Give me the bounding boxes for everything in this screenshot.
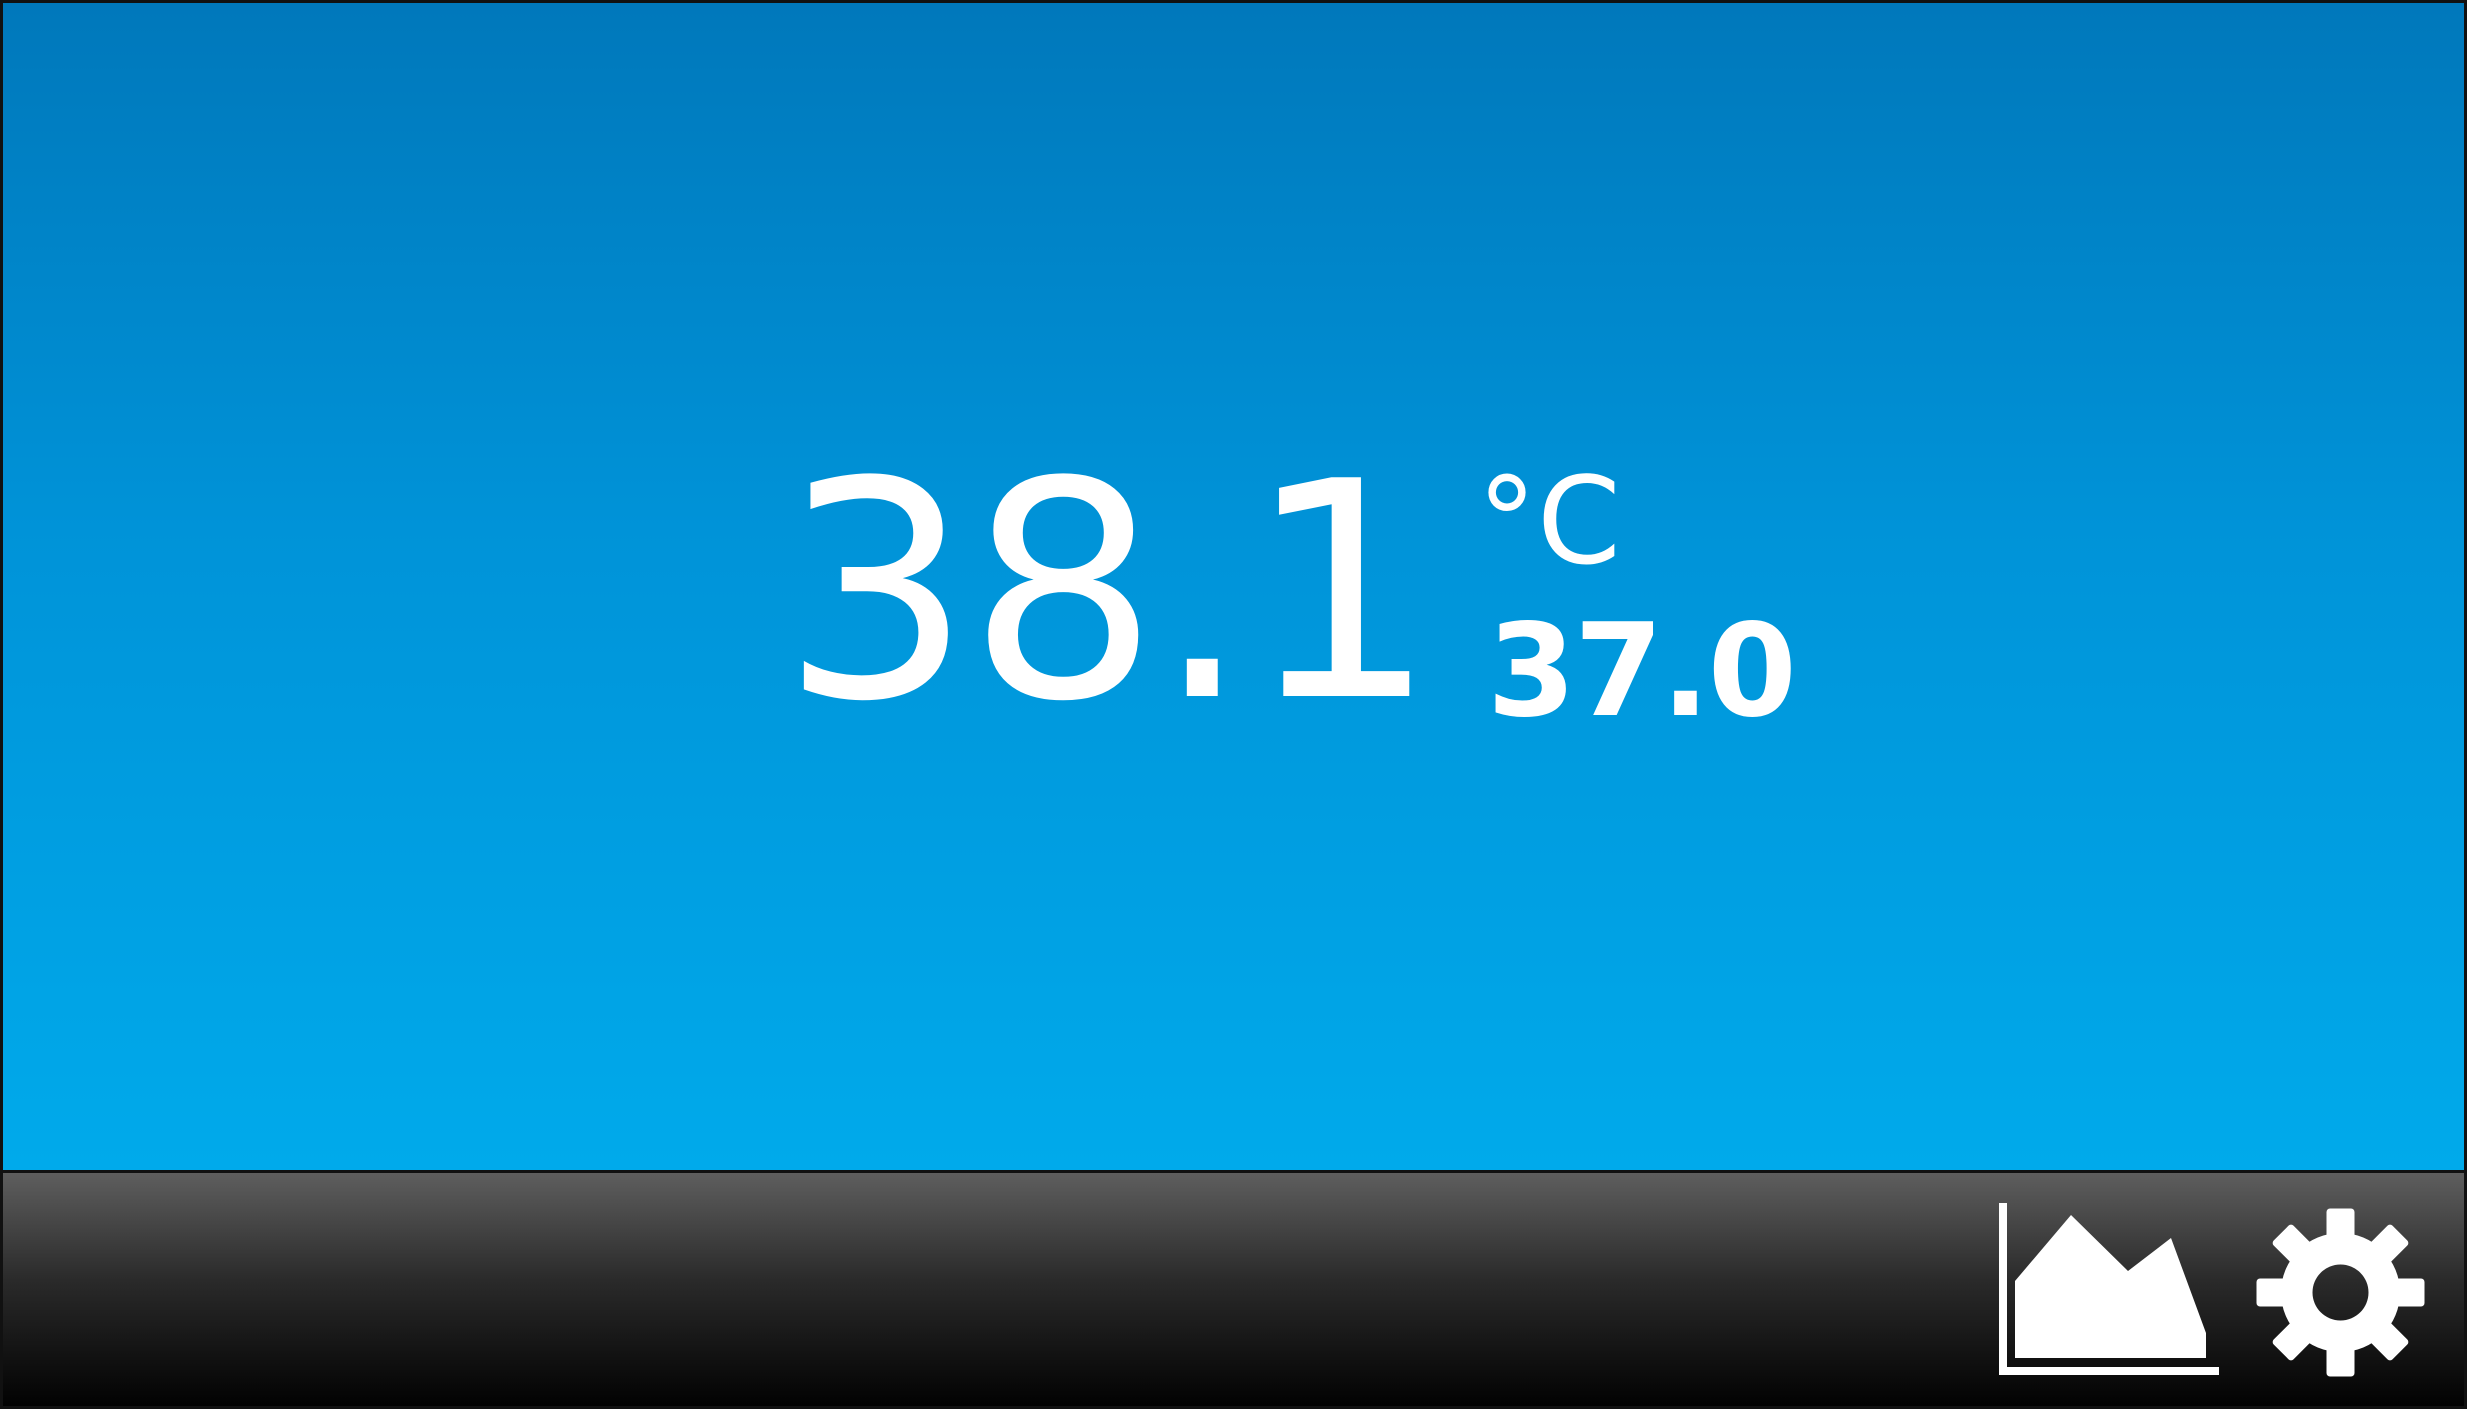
- area-chart-icon: [1999, 1203, 2219, 1375]
- gear-icon: [2256, 1208, 2425, 1377]
- chart-button[interactable]: [1993, 1203, 2223, 1378]
- bottom-toolbar: [3, 1173, 2464, 1406]
- settings-button[interactable]: [2253, 1205, 2428, 1380]
- setpoint-temperature: 37.0: [1487, 597, 1797, 746]
- temperature-reading: 38.1 °C 37.0: [781, 418, 1797, 767]
- temperature-display: 38.1 °C 37.0: [3, 3, 2464, 1173]
- thermostat-screen: 38.1 °C 37.0: [0, 0, 2467, 1409]
- temperature-unit: °C: [1477, 453, 1621, 592]
- current-temperature: 38.1: [781, 418, 1437, 767]
